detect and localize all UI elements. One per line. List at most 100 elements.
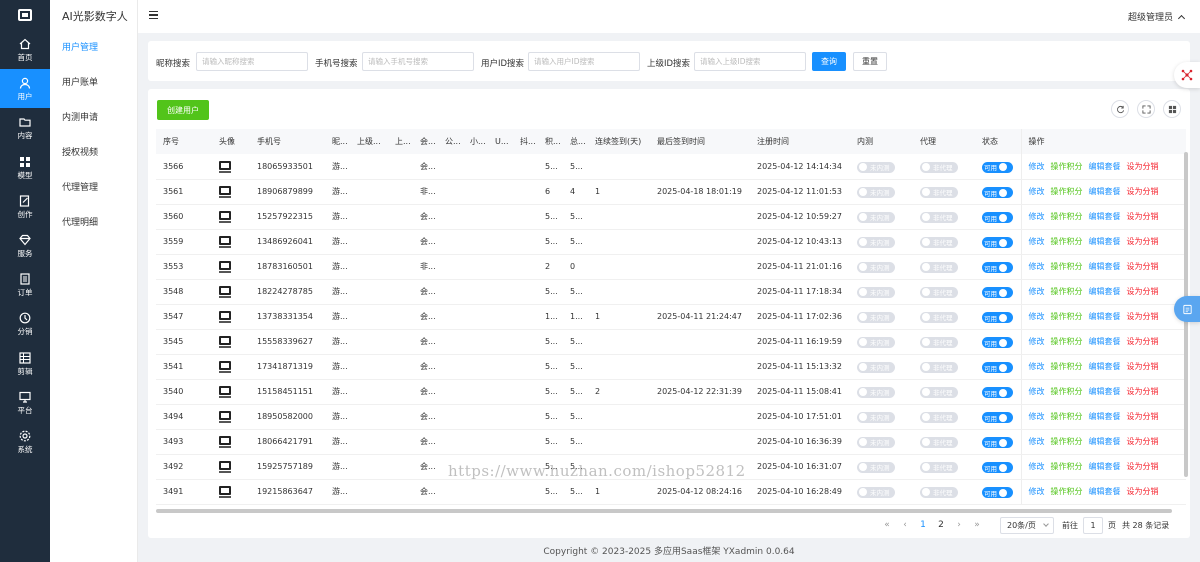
points-link[interactable]: 操作积分 [1051,362,1083,371]
rail-item-share[interactable]: 分销 [0,304,50,343]
beta-switch[interactable]: 未内测 [857,236,895,248]
status-switch[interactable]: 可用 [982,437,1013,448]
beta-switch[interactable]: 未内测 [857,436,895,448]
rail-item-settings[interactable]: 系统 [0,422,50,461]
distributor-link[interactable]: 设为分销 [1127,387,1159,396]
points-link[interactable]: 操作积分 [1051,437,1083,446]
agent-switch[interactable]: 非代理 [920,461,958,473]
uid-search-input[interactable] [528,52,640,71]
rail-item-table[interactable]: 剪辑 [0,344,50,383]
rail-item-user[interactable]: 用户 [0,69,50,109]
agent-switch[interactable]: 非代理 [920,161,958,173]
beta-switch[interactable]: 未内测 [857,186,895,198]
distributor-link[interactable]: 设为分销 [1127,237,1159,246]
rail-item-list[interactable]: 订单 [0,265,50,304]
points-link[interactable]: 操作积分 [1051,237,1083,246]
package-link[interactable]: 编辑套餐 [1089,262,1121,271]
distributor-link[interactable]: 设为分销 [1127,262,1159,271]
distributor-link[interactable]: 设为分销 [1127,212,1159,221]
package-link[interactable]: 编辑套餐 [1089,187,1121,196]
points-link[interactable]: 操作积分 [1051,287,1083,296]
status-switch[interactable]: 可用 [982,237,1013,248]
submenu-item[interactable]: 用户管理 [50,33,137,68]
agent-switch[interactable]: 非代理 [920,361,958,373]
status-switch[interactable]: 可用 [982,387,1013,398]
agent-switch[interactable]: 非代理 [920,486,958,498]
prev-page-icon[interactable]: ‹ [896,520,914,530]
create-user-button[interactable]: 创建用户 [157,100,209,120]
rail-item-edit[interactable]: 创作 [0,187,50,226]
package-link[interactable]: 编辑套餐 [1089,437,1121,446]
page-size-select[interactable]: 20条/页 [1000,516,1054,534]
rail-item-monitor[interactable]: 平台 [0,383,50,422]
beta-switch[interactable]: 未内测 [857,386,895,398]
points-link[interactable]: 操作积分 [1051,487,1083,496]
points-link[interactable]: 操作积分 [1051,262,1083,271]
points-link[interactable]: 操作积分 [1051,312,1083,321]
package-link[interactable]: 编辑套餐 [1089,487,1121,496]
beta-switch[interactable]: 未内测 [857,486,895,498]
edit-link[interactable]: 修改 [1029,337,1045,346]
float-doc-icon[interactable] [1174,296,1200,322]
package-link[interactable]: 编辑套餐 [1089,312,1121,321]
edit-link[interactable]: 修改 [1029,187,1045,196]
rail-item-diamond[interactable]: 服务 [0,226,50,265]
agent-switch[interactable]: 非代理 [920,386,958,398]
edit-link[interactable]: 修改 [1029,387,1045,396]
status-switch[interactable]: 可用 [982,487,1013,498]
status-switch[interactable]: 可用 [982,412,1013,423]
phone-search-input[interactable] [362,52,474,71]
agent-switch[interactable]: 非代理 [920,261,958,273]
edit-link[interactable]: 修改 [1029,487,1045,496]
rail-item-home[interactable]: 首页 [0,30,50,69]
points-link[interactable]: 操作积分 [1051,387,1083,396]
beta-switch[interactable]: 未内测 [857,311,895,323]
beta-switch[interactable]: 未内测 [857,411,895,423]
agent-switch[interactable]: 非代理 [920,436,958,448]
edit-link[interactable]: 修改 [1029,212,1045,221]
status-switch[interactable]: 可用 [982,337,1013,348]
user-menu[interactable]: 超级管理员 [1128,10,1186,23]
nickname-search-input[interactable] [196,52,308,71]
agent-switch[interactable]: 非代理 [920,336,958,348]
status-switch[interactable]: 可用 [982,462,1013,473]
beta-switch[interactable]: 未内测 [857,286,895,298]
package-link[interactable]: 编辑套餐 [1089,162,1121,171]
beta-switch[interactable]: 未内测 [857,361,895,373]
menu-toggle-icon[interactable] [149,11,158,19]
float-network-icon[interactable] [1174,62,1200,88]
package-link[interactable]: 编辑套餐 [1089,412,1121,421]
submenu-item[interactable]: 代理明细 [50,208,137,243]
package-link[interactable]: 编辑套餐 [1089,337,1121,346]
horizontal-scrollbar[interactable] [156,509,1172,513]
fullscreen-icon[interactable] [1137,100,1155,118]
points-link[interactable]: 操作积分 [1051,462,1083,471]
beta-switch[interactable]: 未内测 [857,461,895,473]
submenu-item[interactable]: 内测申请 [50,103,137,138]
agent-switch[interactable]: 非代理 [920,411,958,423]
distributor-link[interactable]: 设为分销 [1127,312,1159,321]
edit-link[interactable]: 修改 [1029,287,1045,296]
distributor-link[interactable]: 设为分销 [1127,362,1159,371]
distributor-link[interactable]: 设为分销 [1127,462,1159,471]
status-switch[interactable]: 可用 [982,187,1013,198]
status-switch[interactable]: 可用 [982,262,1013,273]
package-link[interactable]: 编辑套餐 [1089,387,1121,396]
agent-switch[interactable]: 非代理 [920,286,958,298]
query-button[interactable]: 查询 [812,52,846,71]
distributor-link[interactable]: 设为分销 [1127,287,1159,296]
package-link[interactable]: 编辑套餐 [1089,237,1121,246]
submenu-item[interactable]: 授权视频 [50,138,137,173]
rail-item-grid[interactable]: 模型 [0,148,50,187]
distributor-link[interactable]: 设为分销 [1127,162,1159,171]
agent-switch[interactable]: 非代理 [920,236,958,248]
agent-switch[interactable]: 非代理 [920,311,958,323]
last-page-icon[interactable]: » [968,520,986,530]
beta-switch[interactable]: 未内测 [857,161,895,173]
page-2[interactable]: 2 [932,520,950,530]
edit-link[interactable]: 修改 [1029,162,1045,171]
points-link[interactable]: 操作积分 [1051,212,1083,221]
package-link[interactable]: 编辑套餐 [1089,287,1121,296]
agent-switch[interactable]: 非代理 [920,211,958,223]
columns-icon[interactable] [1163,100,1181,118]
